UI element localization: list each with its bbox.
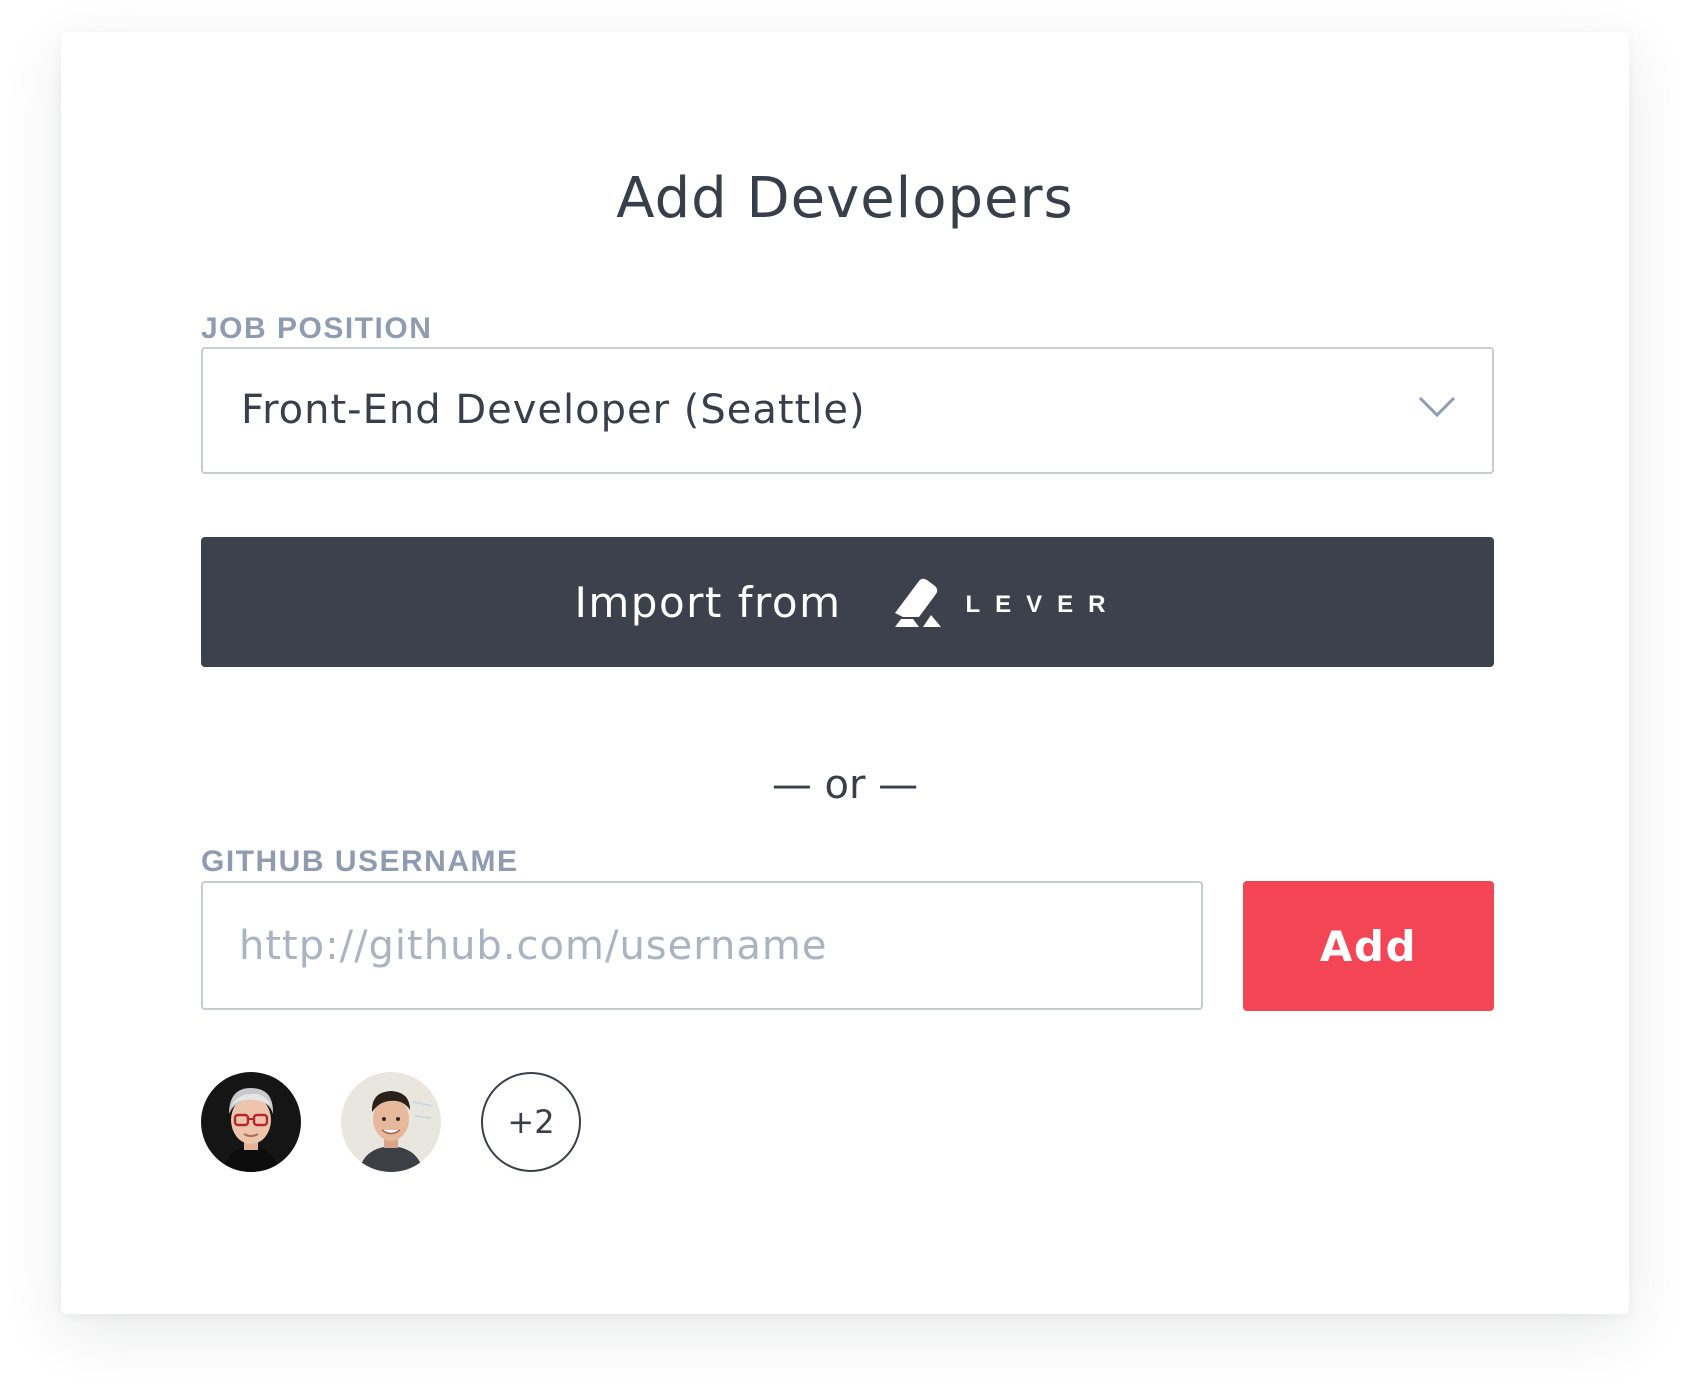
job-position-label: JOB POSITION (201, 312, 433, 345)
or-separator: — or — (771, 762, 919, 808)
job-position-select[interactable]: Front-End Developer (Seattle) (201, 347, 1494, 474)
lever-logo-icon (895, 578, 942, 627)
github-username-label: GITHUB USERNAME (201, 845, 519, 878)
dialog-title: Add Developers (616, 166, 1074, 231)
job-position-value: Front-End Developer (Seattle) (241, 387, 866, 433)
added-developers-list: +2 (201, 1072, 601, 1172)
github-username-input[interactable] (201, 881, 1203, 1010)
import-button-label: Import from (574, 577, 842, 627)
developer-avatar-1[interactable] (201, 1072, 301, 1172)
developer-avatar-2[interactable] (341, 1072, 441, 1172)
developer-avatar-1-image (201, 1072, 301, 1172)
chevron-down-icon (1418, 396, 1456, 418)
add-developers-dialog: Add Developers JOB POSITION Front-End De… (61, 32, 1629, 1314)
lever-logo: LEVER (893, 577, 1120, 627)
developer-avatar-2-image (341, 1072, 441, 1172)
more-developers-badge[interactable]: +2 (481, 1072, 581, 1172)
lever-wordmark: LEVER (965, 591, 1121, 618)
add-button[interactable]: Add (1243, 881, 1494, 1011)
page-background: Add Developers JOB POSITION Front-End De… (0, 0, 1690, 1398)
import-from-lever-button[interactable]: Import from LEVER (201, 537, 1494, 667)
